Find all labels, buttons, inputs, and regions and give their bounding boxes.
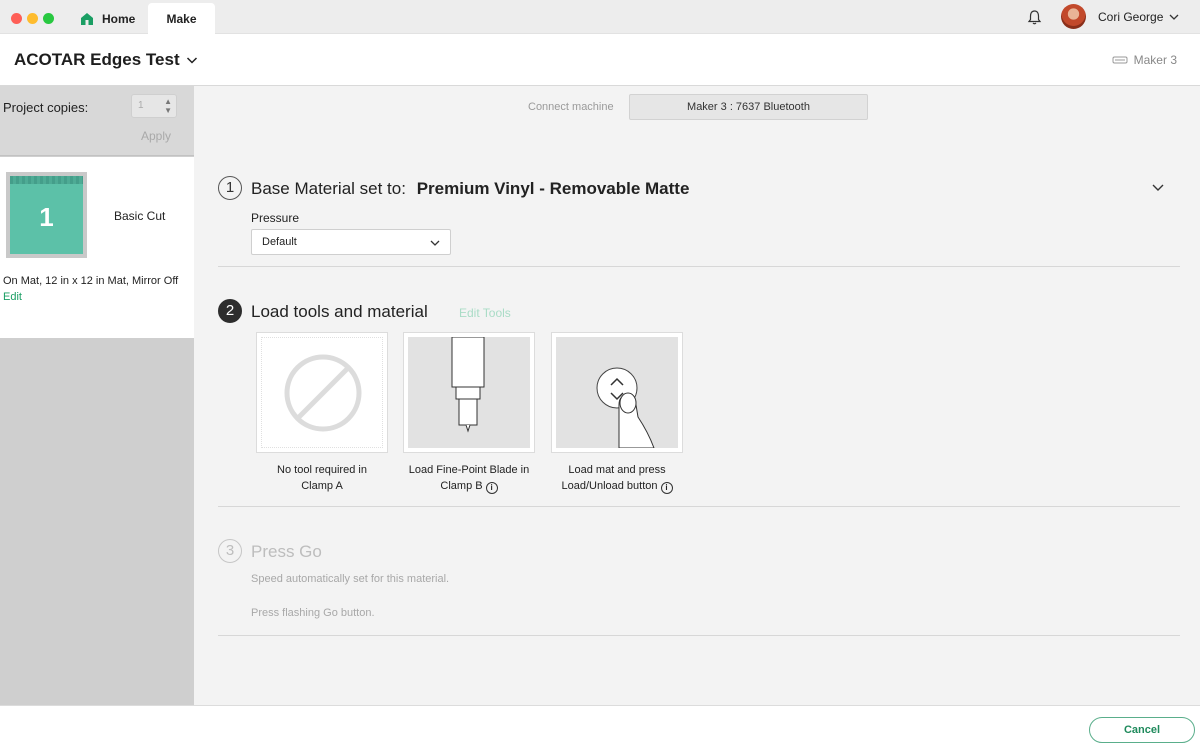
mat-number: 1 <box>39 202 54 232</box>
tool-caption-load-mat: Load mat and press Load/Unload button i <box>537 462 697 494</box>
tool-caption-clamp-a: No tool required in Clamp A <box>242 462 402 494</box>
caption-line-1: Load Fine-Point Blade in <box>408 464 530 476</box>
project-copies-panel: Project copies: 1 ▲ ▼ Apply <box>0 86 194 156</box>
step-3-title: Press Go <box>251 542 322 561</box>
close-window-button[interactable] <box>11 13 22 24</box>
edit-tools-link[interactable]: Edit Tools <box>459 306 511 320</box>
step-3-speed-text: Speed automatically set for this materia… <box>251 573 450 585</box>
user-name: Cori George <box>1098 10 1164 24</box>
load-button-icon <box>596 367 655 448</box>
tool-card-clamp-a <box>256 332 388 453</box>
connect-machine-button[interactable]: Maker 3 : 7637 Bluetooth <box>629 94 868 120</box>
mat-pattern <box>10 176 83 184</box>
machine-icon <box>1112 56 1128 64</box>
divider <box>218 266 1180 267</box>
no-tool-icon <box>284 354 362 432</box>
step-2-number: 2 <box>218 299 242 323</box>
bell-icon[interactable] <box>1026 9 1043 26</box>
divider <box>218 506 1180 507</box>
pressure-label: Pressure <box>251 211 300 225</box>
avatar[interactable] <box>1061 4 1086 29</box>
title-bar: Home Make Cori George <box>0 0 1200 34</box>
tool-card-clamp-b <box>403 332 535 453</box>
step-3-number: 3 <box>218 539 242 563</box>
make-panel: Connect machine Maker 3 : 7637 Bluetooth… <box>194 86 1200 705</box>
mat-card[interactable]: 1 Basic Cut On Mat, 12 in x 12 in Mat, M… <box>0 157 194 338</box>
chevron-down-icon <box>186 57 197 64</box>
copies-value: 1 <box>138 100 144 111</box>
tool-card-load-mat <box>551 332 683 453</box>
machine-name: Maker 3 <box>1133 53 1177 67</box>
info-icon[interactable]: i <box>660 482 673 494</box>
mat-edit-link[interactable]: Edit <box>3 291 22 303</box>
base-material-value: Premium Vinyl - Removable Matte <box>416 179 690 198</box>
caption-line-2: Clamp A <box>301 480 343 492</box>
tab-make[interactable]: Make <box>148 3 215 34</box>
cut-type-label: Basic Cut <box>114 209 166 223</box>
zoom-window-button[interactable] <box>43 13 54 24</box>
caption-line-1: Load mat and press <box>568 464 666 476</box>
step-3-go-text: Press flashing Go button. <box>251 607 375 619</box>
tab-make-label: Make <box>166 11 197 26</box>
apply-button[interactable]: Apply <box>141 129 171 143</box>
cancel-button[interactable]: Cancel <box>1089 717 1195 743</box>
minimize-window-button[interactable] <box>27 13 38 24</box>
footer-bar: Cancel <box>0 705 1200 751</box>
mat-sidebar: Project copies: 1 ▲ ▼ Apply 1 Basic Cut O… <box>0 86 194 705</box>
machine-indicator: Maker 3 <box>1112 53 1177 67</box>
step-2-title: Load tools and material <box>251 302 428 321</box>
project-title: ACOTAR Edges Test <box>14 50 180 69</box>
stepper-arrows-icon[interactable]: ▲ ▼ <box>164 97 172 115</box>
home-icon <box>81 12 93 25</box>
tab-home[interactable]: Home <box>80 3 135 34</box>
step-1-number: 1 <box>218 176 242 200</box>
caption-line-2: Clamp B <box>440 480 483 492</box>
mat-thumbnail[interactable]: 1 <box>6 172 87 258</box>
chevron-down-icon[interactable] <box>1151 180 1165 194</box>
tool-caption-clamp-b: Load Fine-Point Blade in Clamp Bi <box>389 462 549 494</box>
copies-label: Project copies: <box>3 100 89 115</box>
step-1-title: Base Material set to: Premium Vinyl - Re… <box>251 179 689 199</box>
chevron-down-icon <box>430 240 440 246</box>
connect-machine-label: Connect machine <box>528 101 614 113</box>
info-icon[interactable]: i <box>485 482 498 494</box>
tool-image <box>261 337 383 448</box>
mat-info: On Mat, 12 in x 12 in Mat, Mirror Off <box>3 275 179 287</box>
caption-line-1: No tool required in <box>277 464 367 476</box>
mat-preview: 1 <box>10 176 83 254</box>
project-header: ACOTAR Edges Test Maker 3 <box>0 34 1200 86</box>
pressure-value: Default <box>262 236 297 248</box>
project-title-dropdown[interactable]: ACOTAR Edges Test <box>14 50 198 70</box>
copies-stepper[interactable]: 1 ▲ ▼ <box>131 94 177 118</box>
tab-home-label: Home <box>102 11 136 26</box>
chevron-down-icon <box>1169 14 1179 20</box>
blade-icon <box>451 337 485 433</box>
caption-line-2: Load/Unload button <box>561 480 658 492</box>
step-1-label: Base Material set to: <box>251 179 406 198</box>
tool-image <box>556 337 678 448</box>
pressure-select[interactable]: Default <box>251 229 451 255</box>
tool-image <box>408 337 530 448</box>
user-menu[interactable]: Cori George <box>1098 10 1179 24</box>
divider <box>218 635 1180 636</box>
